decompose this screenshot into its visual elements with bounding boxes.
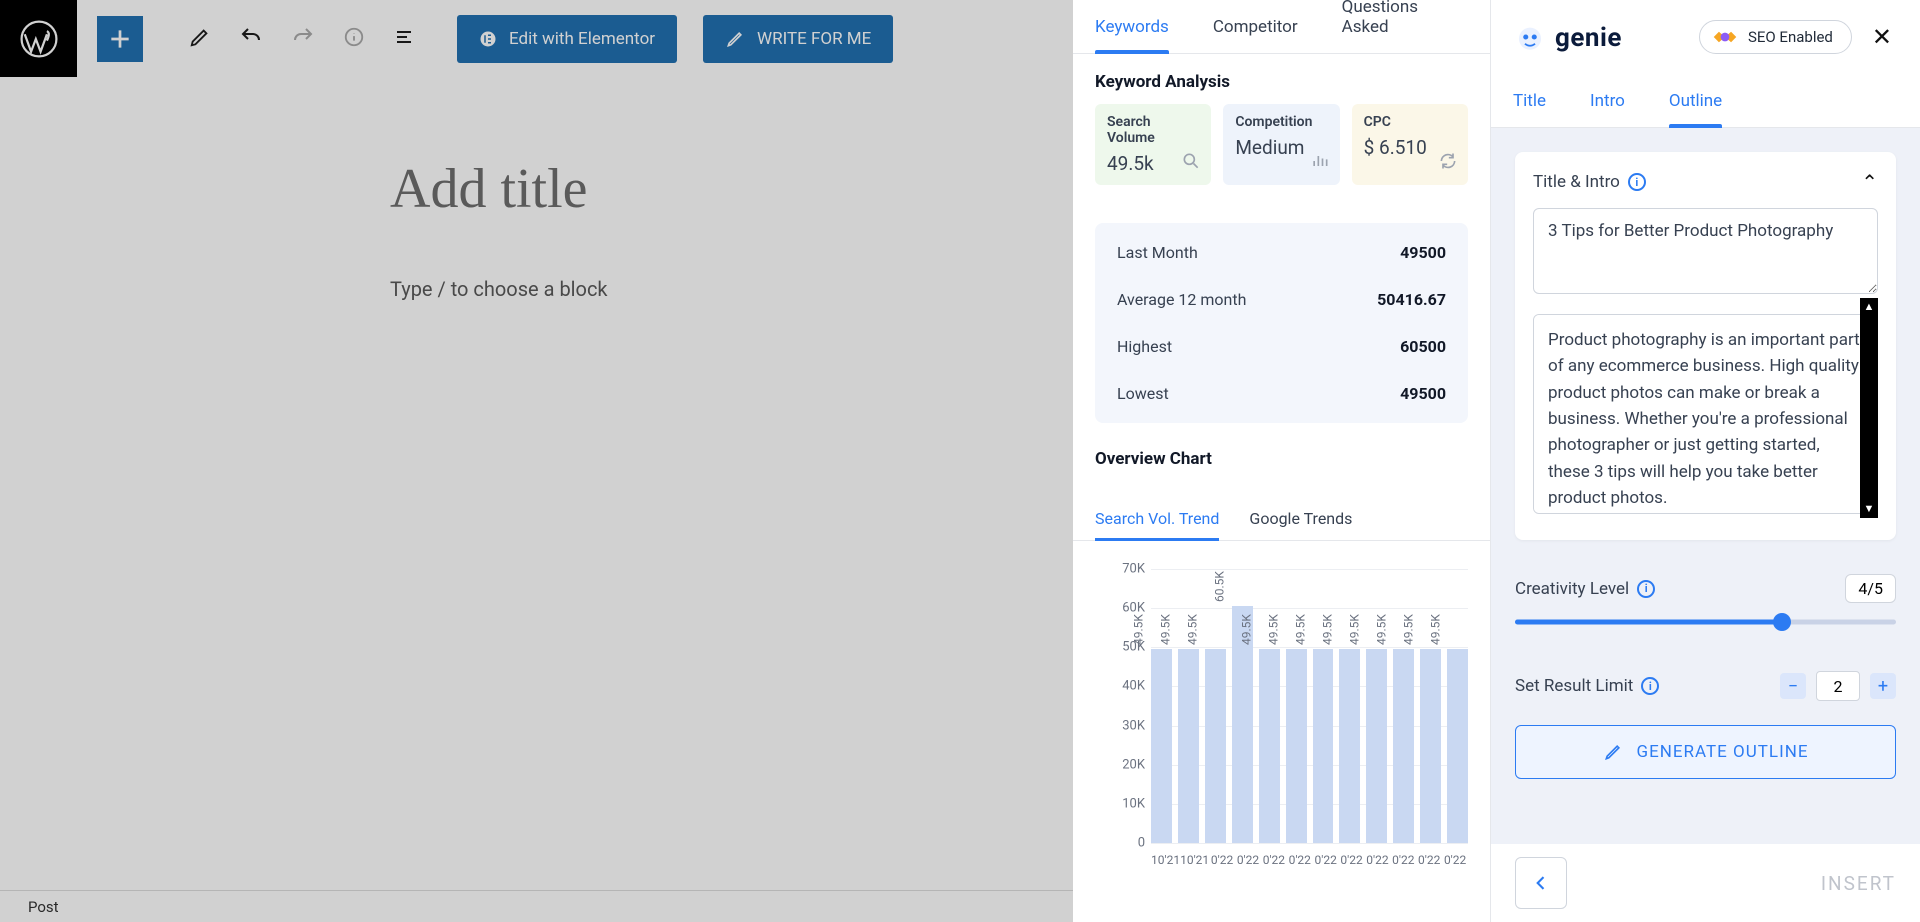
chevron-up-icon[interactable]: ⌃ [1861,170,1878,194]
tab-outline[interactable]: Outline [1669,91,1722,127]
add-block-button[interactable] [97,16,143,62]
seo-label: SEO Enabled [1748,28,1833,46]
stat-lowest-label: Lowest [1117,384,1169,403]
increment-button[interactable]: + [1870,673,1896,699]
stat-avg12-value: 50416.67 [1377,290,1446,309]
info-icon[interactable] [329,26,379,52]
tab-questions[interactable]: Questions Asked [1342,0,1468,53]
generate-panel: genie SEO Enabled ✕ Title Intro Outline … [1491,0,1920,922]
right-tabs: Title Intro Outline [1491,74,1920,128]
decrement-button[interactable]: − [1780,673,1806,699]
intro-input[interactable] [1533,314,1878,514]
card-competition: Competition Medium [1223,104,1339,185]
bars-icon [1310,151,1330,175]
keyword-analysis-heading: Keyword Analysis [1095,72,1468,92]
card-cpc: CPC $ 6.510 [1352,104,1468,185]
cpc-label: CPC [1364,114,1456,130]
tab-title[interactable]: Title [1513,91,1546,127]
chart-tabs: Search Vol. Trend Google Trends [1073,497,1490,541]
generate-label: GENERATE OUTLINE [1637,742,1809,762]
refresh-icon [1438,151,1458,175]
edit-elementor-button[interactable]: Edit with Elementor [457,15,677,63]
tab-keywords[interactable]: Keywords [1095,17,1169,53]
list-view-icon[interactable] [379,25,431,53]
write-label: WRITE FOR ME [757,29,871,49]
stats-box: Last Month 49500 Average 12 month 50416.67… [1095,223,1468,423]
tab-intro[interactable]: Intro [1590,91,1625,127]
title-intro-section: Title & Intro i ⌃ ▲▼ [1515,152,1896,540]
wordpress-icon [20,20,58,58]
panel-footer: INSERT [1491,844,1920,922]
tab-google-trends[interactable]: Google Trends [1249,509,1352,540]
title-input[interactable] [1533,208,1878,294]
editor-canvas[interactable]: Add title Type / to choose a block [0,77,1073,301]
undo-icon[interactable] [225,25,277,53]
scrollbar[interactable]: ▲▼ [1860,298,1878,518]
card-search-volume: Search Volume 49.5k [1095,104,1211,185]
wp-logo[interactable] [0,0,77,77]
creativity-value: 4/5 [1845,574,1896,603]
stat-lowest-value: 49500 [1400,384,1446,403]
edit-icon[interactable] [175,26,225,52]
stat-highest-value: 60500 [1400,337,1446,356]
seo-enabled-pill[interactable]: SEO Enabled [1699,20,1852,54]
overview-heading: Overview Chart [1095,449,1468,469]
result-limit-stepper: − + [1780,671,1896,701]
search-volume-chart: 010K20K30K40K50K60K70K 49.5K49.5K49.5K60… [1095,569,1468,879]
back-button[interactable] [1515,857,1567,909]
post-type-label: Post [28,898,59,916]
chevron-left-icon [1531,873,1551,893]
competition-label: Competition [1235,114,1327,130]
editor-area: Edit with Elementor WRITE FOR ME Add tit… [0,0,1073,922]
pen-icon [1603,742,1623,762]
editor-toolbar: Edit with Elementor WRITE FOR ME [0,0,1073,77]
result-limit-label: Set Result Limit [1515,676,1633,696]
redo-icon[interactable] [277,25,329,53]
creativity-label: Creativity Level [1515,579,1629,599]
info-icon[interactable]: i [1637,580,1655,598]
search-volume-label: Search Volume [1107,114,1199,146]
analysis-tabs: Keywords Competitor Questions Asked [1073,0,1490,54]
generate-outline-button[interactable]: GENERATE OUTLINE [1515,725,1896,779]
tab-competitor[interactable]: Competitor [1213,17,1298,53]
creativity-slider[interactable] [1515,613,1896,631]
plus-icon [107,26,133,52]
stat-avg12-label: Average 12 month [1117,290,1246,309]
analysis-panel: Keywords Competitor Questions Asked Keyw… [1073,0,1491,922]
tab-search-vol-trend[interactable]: Search Vol. Trend [1095,509,1219,540]
post-title-placeholder[interactable]: Add title [390,157,1073,221]
brand-logo: genie [1513,20,1622,54]
write-for-me-button[interactable]: WRITE FOR ME [703,15,893,63]
info-icon[interactable]: i [1641,677,1659,695]
insert-button[interactable]: INSERT [1821,872,1896,895]
genie-icon [1513,20,1547,54]
stat-last-month-value: 49500 [1400,243,1446,262]
elementor-icon [479,30,497,48]
pen-icon [725,29,745,49]
stat-last-month-label: Last Month [1117,243,1198,262]
seo-badge-icon [1712,28,1738,46]
editor-footer: Post [0,890,1073,922]
brand-name: genie [1555,22,1622,53]
stat-highest-label: Highest [1117,337,1172,356]
section-title: Title & Intro [1533,172,1620,192]
search-icon [1181,151,1201,175]
elementor-label: Edit with Elementor [509,29,655,49]
block-placeholder[interactable]: Type / to choose a block [390,277,1073,301]
info-icon[interactable]: i [1628,173,1646,191]
close-icon[interactable]: ✕ [1866,19,1898,55]
result-limit-input[interactable] [1816,671,1860,701]
